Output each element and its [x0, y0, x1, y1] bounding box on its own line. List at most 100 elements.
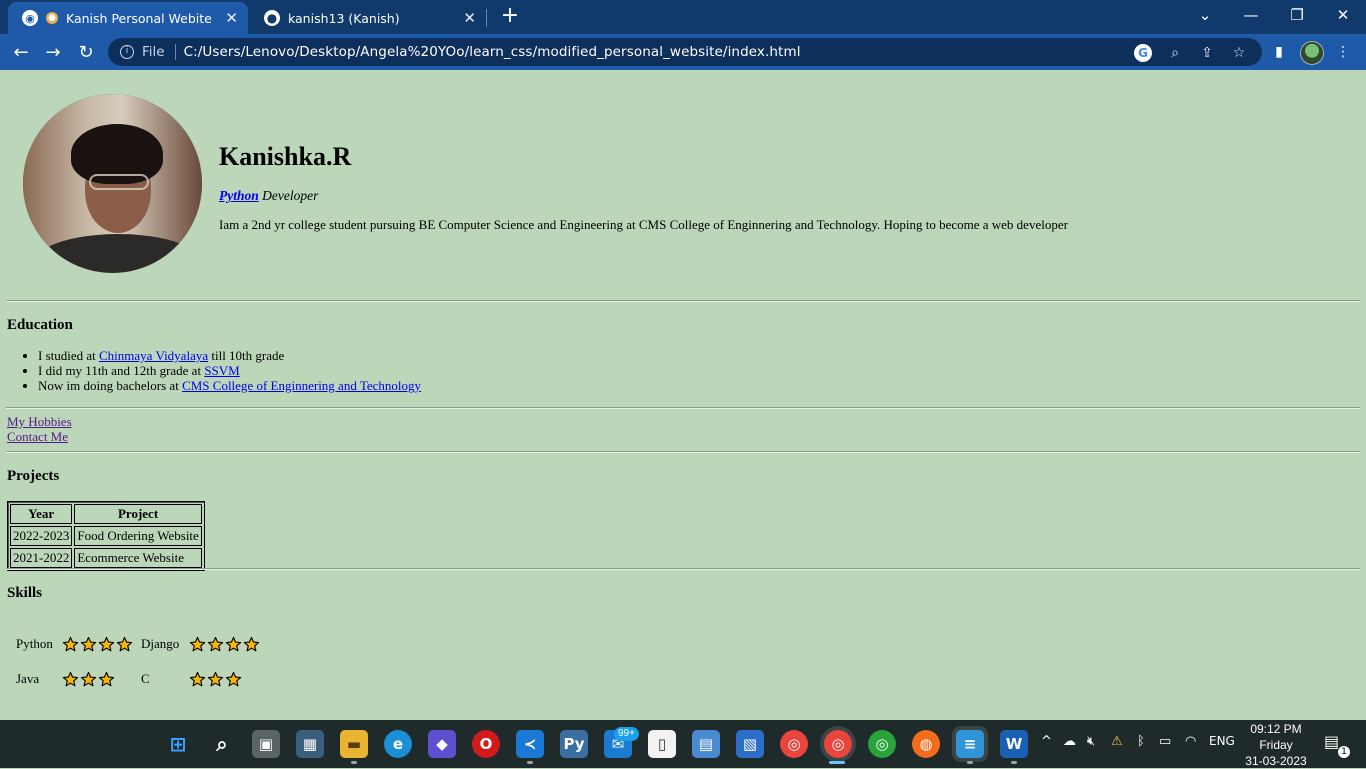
- file-explorer-icon[interactable]: ▬: [340, 730, 368, 758]
- table-cell: 2021-2022: [10, 548, 73, 568]
- minimize-icon[interactable]: —: [1228, 0, 1274, 30]
- tab-personal-website[interactable]: ◉ ● Kanish Personal Webite ✕: [8, 2, 248, 34]
- skill-rating: [62, 671, 115, 688]
- role-text: Developer: [258, 188, 319, 203]
- skill-name: Django: [141, 636, 180, 651]
- column-header: Year: [10, 504, 73, 524]
- language-indicator[interactable]: ENG: [1209, 734, 1235, 748]
- star-icon: [189, 636, 206, 652]
- mute-speaker-icon[interactable]: 🔇︎: [1087, 734, 1095, 749]
- profile-photo: [23, 94, 202, 273]
- url-text[interactable]: C:/Users/Lenovo/Desktop/Angela%20YOo/lea…: [184, 44, 801, 60]
- python-icon[interactable]: Py: [560, 730, 588, 758]
- menu-kebab-icon[interactable]: ⋮: [1333, 42, 1353, 62]
- edge-icon[interactable]: e: [384, 730, 412, 758]
- skills-heading: Skills: [7, 585, 43, 601]
- person-emoji-icon: ●: [46, 12, 58, 24]
- tab-separator: [486, 9, 487, 27]
- star-icon: [80, 636, 97, 652]
- store-icon[interactable]: ▧: [736, 730, 764, 758]
- tab-search-chevron-icon[interactable]: ⌄: [1182, 0, 1228, 30]
- education-heading: Education: [7, 317, 73, 333]
- tab-strip: ◉ ● Kanish Personal Webite ✕ ● kanish13 …: [0, 0, 1366, 34]
- python-link[interactable]: Python: [219, 188, 259, 203]
- google-icon[interactable]: G: [1134, 44, 1152, 62]
- info-icon[interactable]: i: [120, 45, 134, 59]
- wifi-icon[interactable]: ◠: [1185, 734, 1196, 749]
- notification-count: 1: [1338, 746, 1350, 758]
- skill-rating: [62, 636, 133, 653]
- opera-icon[interactable]: O: [472, 730, 500, 758]
- new-tab-icon[interactable]: +: [498, 4, 522, 30]
- bluetooth-icon[interactable]: ᛒ: [1137, 734, 1145, 749]
- star-icon: [207, 636, 224, 652]
- ssvm-link[interactable]: SSVM: [204, 363, 239, 378]
- restore-icon[interactable]: ❐: [1274, 0, 1320, 30]
- close-tab-icon[interactable]: ✕: [463, 9, 476, 27]
- tray-chevron-icon[interactable]: ^: [1041, 734, 1052, 749]
- active-indicator: [829, 761, 845, 764]
- clock[interactable]: 09:12 PM Friday 31-03-2023: [1236, 720, 1316, 768]
- chrome-icon[interactable]: ◎: [780, 730, 808, 758]
- divider: [6, 300, 1360, 302]
- college-link[interactable]: CMS College of Enginnering and Technolog…: [182, 378, 421, 393]
- address-bar[interactable]: i File C:/Users/Lenovo/Desktop/Angela%20…: [108, 38, 1262, 66]
- bio-text: Iam a 2nd yr college student pursuing BE…: [219, 217, 1068, 232]
- battery-icon[interactable]: ▭: [1159, 734, 1171, 749]
- star-icon: [98, 671, 115, 687]
- table-header-row: Year Project: [10, 504, 202, 524]
- mail-badge: 99+: [614, 727, 639, 741]
- control-panel-icon[interactable]: ▤: [692, 730, 720, 758]
- web-page: Kanishka.R Python Developer Iam a 2nd yr…: [0, 70, 1366, 720]
- widgets-icon[interactable]: ▦: [296, 730, 324, 758]
- notification-icon[interactable]: ▤: [1324, 732, 1339, 751]
- profile-avatar[interactable]: [1300, 41, 1324, 65]
- page-title: Kanishka.R: [219, 142, 352, 171]
- tab-title: kanish13 (Kanish): [288, 10, 400, 26]
- zoom-icon[interactable]: ⌕: [1166, 44, 1184, 62]
- tab-github[interactable]: ● kanish13 (Kanish) ✕: [250, 2, 486, 34]
- star-icon: [62, 671, 79, 687]
- browser-toolbar: ← → ↻ i File C:/Users/Lenovo/Desktop/Ang…: [0, 34, 1366, 70]
- firefox-icon[interactable]: ◍: [912, 730, 940, 758]
- back-arrow-icon[interactable]: ←: [8, 40, 34, 64]
- onedrive-icon[interactable]: ☁: [1063, 734, 1076, 749]
- word-icon[interactable]: W: [1000, 730, 1028, 758]
- skill-name: C: [141, 671, 150, 686]
- globe-icon: ◉: [22, 10, 38, 26]
- table-cell: 2022-2023: [10, 526, 73, 546]
- running-indicator: [1011, 761, 1017, 764]
- share-icon[interactable]: ⇪: [1198, 44, 1216, 62]
- reload-icon[interactable]: ↻: [73, 40, 99, 64]
- notepad-icon[interactable]: ≡: [956, 730, 984, 758]
- security-warning-icon[interactable]: ⚠: [1111, 734, 1123, 749]
- date-text: 31-03-2023: [1245, 754, 1307, 768]
- scheme-label: File: [142, 44, 165, 60]
- running-indicator: [351, 761, 357, 764]
- projects-table: Year Project 2022-2023 Food Ordering Web…: [7, 501, 205, 571]
- chrome-active-icon[interactable]: ◎: [824, 730, 852, 758]
- chrome-profile-icon[interactable]: ◎: [868, 730, 896, 758]
- side-panel-icon[interactable]: ▮: [1269, 42, 1289, 62]
- star-icon: [225, 671, 242, 687]
- document-icon[interactable]: ▯: [648, 730, 676, 758]
- contact-link[interactable]: Contact Me: [7, 429, 68, 444]
- app-icon[interactable]: ◆: [428, 730, 456, 758]
- star-icon: [225, 636, 242, 652]
- education-list: I studied at Chinmaya Vidyalaya till 10t…: [22, 348, 421, 393]
- task-view-icon[interactable]: ▣: [252, 730, 280, 758]
- close-window-icon[interactable]: ✕: [1320, 0, 1366, 30]
- school-link[interactable]: Chinmaya Vidyalaya: [99, 348, 208, 363]
- bookmark-star-icon[interactable]: ☆: [1230, 44, 1248, 62]
- windows-start-icon[interactable]: ⊞: [164, 730, 192, 758]
- running-indicator: [527, 761, 533, 764]
- search-icon[interactable]: ⌕: [208, 730, 236, 758]
- table-cell: Ecommerce Website: [74, 548, 202, 568]
- hobbies-link[interactable]: My Hobbies: [7, 414, 72, 429]
- forward-arrow-icon[interactable]: →: [40, 40, 66, 64]
- vscode-icon[interactable]: ≺: [516, 730, 544, 758]
- skill-name: Python: [16, 636, 53, 651]
- star-icon: [62, 636, 79, 652]
- star-icon: [243, 636, 260, 652]
- close-tab-icon[interactable]: ✕: [225, 9, 238, 27]
